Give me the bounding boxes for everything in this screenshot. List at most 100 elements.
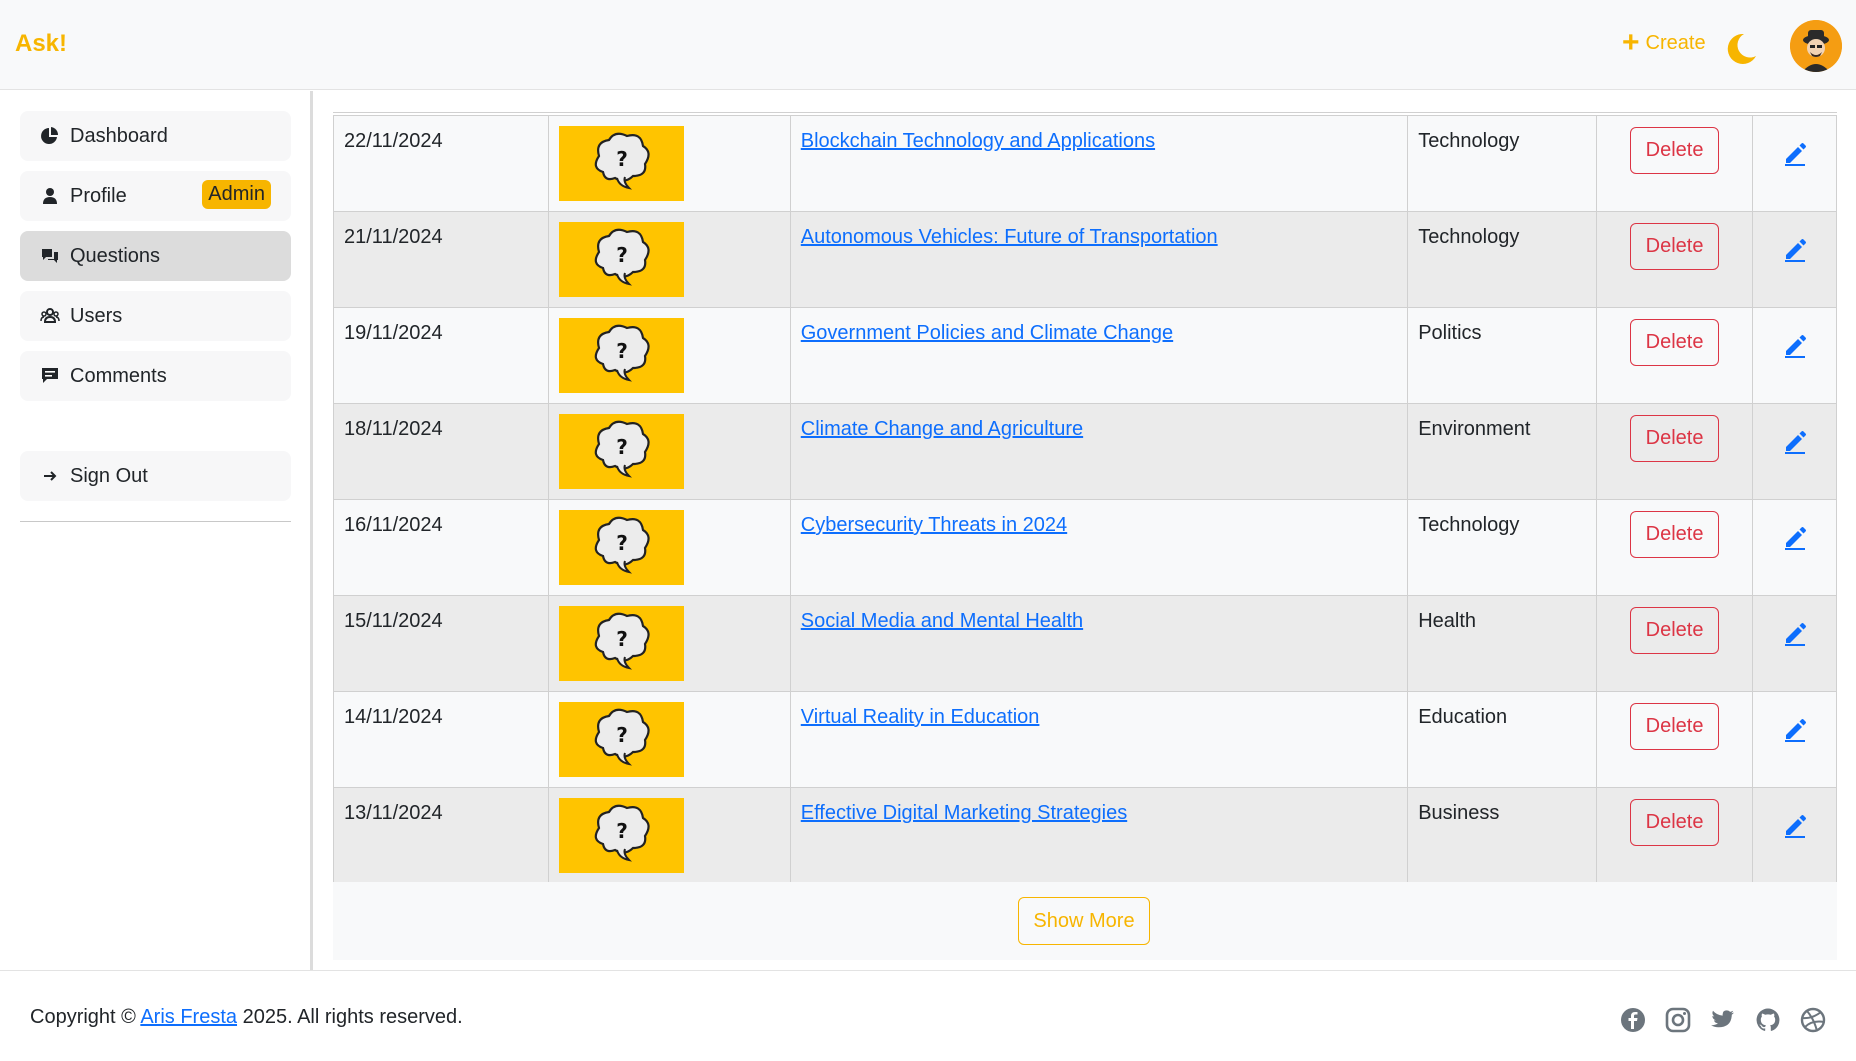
edit-icon[interactable] bbox=[1782, 143, 1808, 171]
dribbble-icon[interactable] bbox=[1800, 1007, 1826, 1033]
row-edit-cell bbox=[1752, 499, 1837, 596]
edit-icon[interactable] bbox=[1782, 815, 1808, 843]
sidebar: Dashboard Profile Admin Questions Users bbox=[0, 91, 313, 970]
svg-text:?: ? bbox=[616, 243, 628, 267]
question-thumbnail: ? bbox=[558, 414, 684, 489]
sidebar-item-label: Comments bbox=[70, 364, 167, 387]
row-date: 19/11/2024 bbox=[333, 307, 549, 404]
twitter-icon[interactable] bbox=[1710, 1007, 1736, 1033]
delete-button[interactable]: Delete bbox=[1630, 511, 1720, 558]
delete-button[interactable]: Delete bbox=[1630, 799, 1720, 846]
question-title-link[interactable]: Social Media and Mental Health bbox=[801, 610, 1083, 632]
svg-text:?: ? bbox=[616, 723, 628, 747]
footer: Copyright © Aris Fresta 2025. All rights… bbox=[0, 970, 1856, 1061]
row-delete-cell: Delete bbox=[1596, 115, 1754, 212]
svg-text:?: ? bbox=[616, 339, 628, 363]
row-category: Environment bbox=[1407, 403, 1598, 500]
row-date: 18/11/2024 bbox=[333, 403, 549, 500]
question-title-link[interactable]: Effective Digital Marketing Strategies bbox=[801, 802, 1127, 824]
svg-text:?: ? bbox=[616, 819, 628, 843]
edit-icon[interactable] bbox=[1782, 719, 1808, 747]
edit-icon[interactable] bbox=[1782, 239, 1808, 267]
sign-out-button[interactable]: Sign Out bbox=[20, 451, 291, 501]
pie-chart-icon bbox=[41, 127, 59, 144]
sidebar-item-label: Questions bbox=[70, 244, 161, 267]
delete-button[interactable]: Delete bbox=[1630, 223, 1720, 270]
row-edit-cell bbox=[1752, 115, 1837, 212]
question-title-link[interactable]: Virtual Reality in Education bbox=[801, 706, 1040, 728]
sidebar-item-questions[interactable]: Questions bbox=[20, 231, 291, 281]
svg-text:?: ? bbox=[616, 435, 628, 459]
sidebar-item-dashboard[interactable]: Dashboard bbox=[20, 111, 291, 161]
row-edit-cell bbox=[1752, 403, 1837, 500]
row-delete-cell: Delete bbox=[1596, 211, 1754, 308]
show-more-area: Show More bbox=[333, 882, 1837, 960]
question-title-link[interactable]: Autonomous Vehicles: Future of Transport… bbox=[801, 226, 1218, 248]
row-date: 13/11/2024 bbox=[333, 787, 549, 884]
delete-button[interactable]: Delete bbox=[1630, 415, 1720, 462]
table-row: 15/11/2024? Social Media and Mental Healt… bbox=[333, 595, 1837, 692]
row-title-cell: Autonomous Vehicles: Future of Transport… bbox=[789, 211, 1409, 308]
question-thumbnail: ? bbox=[558, 798, 684, 873]
row-edit-cell bbox=[1752, 691, 1837, 788]
github-icon[interactable] bbox=[1755, 1007, 1781, 1033]
plus-icon: + bbox=[1622, 25, 1640, 59]
edit-icon[interactable] bbox=[1782, 431, 1808, 459]
delete-button[interactable]: Delete bbox=[1630, 319, 1720, 366]
edit-icon[interactable] bbox=[1782, 527, 1808, 555]
sidebar-item-users[interactable]: Users bbox=[20, 291, 291, 341]
row-delete-cell: Delete bbox=[1596, 499, 1754, 596]
sidebar-item-label: Dashboard bbox=[70, 124, 168, 147]
sidebar-item-comments[interactable]: Comments bbox=[20, 351, 291, 401]
row-category: Business bbox=[1407, 787, 1598, 884]
create-button[interactable]: + Create bbox=[1622, 25, 1706, 59]
edit-icon[interactable] bbox=[1782, 335, 1808, 363]
sidebar-divider bbox=[20, 521, 291, 522]
question-title-link[interactable]: Government Policies and Climate Change bbox=[801, 322, 1173, 344]
svg-text:?: ? bbox=[616, 627, 628, 651]
row-title-cell: Blockchain Technology and Applications bbox=[789, 115, 1409, 212]
row-title-cell: Virtual Reality in Education bbox=[789, 691, 1409, 788]
row-title-cell: Climate Change and Agriculture bbox=[789, 403, 1409, 500]
delete-button[interactable]: Delete bbox=[1630, 607, 1720, 654]
comment-icon bbox=[42, 368, 58, 383]
svg-text:?: ? bbox=[616, 147, 628, 171]
row-edit-cell bbox=[1752, 211, 1837, 308]
delete-button[interactable]: Delete bbox=[1630, 703, 1720, 750]
brand-logo[interactable]: Ask! bbox=[15, 30, 67, 58]
question-title-link[interactable]: Blockchain Technology and Applications bbox=[801, 130, 1155, 152]
facebook-icon[interactable] bbox=[1620, 1007, 1646, 1033]
question-title-link[interactable]: Cybersecurity Threats in 2024 bbox=[801, 514, 1067, 536]
row-category: Technology bbox=[1407, 211, 1598, 308]
question-thumbnail: ? bbox=[558, 606, 684, 681]
copyright-text: Copyright © Aris Fresta 2025. All rights… bbox=[30, 1006, 463, 1029]
avatar[interactable] bbox=[1790, 20, 1842, 72]
row-edit-cell bbox=[1752, 307, 1837, 404]
row-thumbnail-cell: ? bbox=[547, 115, 791, 212]
row-thumbnail-cell: ? bbox=[547, 499, 791, 596]
sidebar-item-label: Profile bbox=[70, 184, 127, 207]
row-title-cell: Government Policies and Climate Change bbox=[789, 307, 1409, 404]
row-delete-cell: Delete bbox=[1596, 691, 1754, 788]
row-delete-cell: Delete bbox=[1596, 307, 1754, 404]
questions-table: 22/11/2024? Blockchain Technology and App… bbox=[333, 115, 1837, 884]
question-thumbnail: ? bbox=[558, 222, 684, 297]
row-thumbnail-cell: ? bbox=[547, 403, 791, 500]
sidebar-item-profile[interactable]: Profile Admin bbox=[20, 171, 291, 221]
arrow-right-icon bbox=[44, 471, 57, 481]
table-row: 18/11/2024? Climate Change and Agricultur… bbox=[333, 403, 1837, 500]
show-more-button[interactable]: Show More bbox=[1018, 897, 1150, 945]
question-title-link[interactable]: Climate Change and Agriculture bbox=[801, 418, 1083, 440]
svg-text:?: ? bbox=[616, 531, 628, 555]
row-date: 16/11/2024 bbox=[333, 499, 549, 596]
author-link[interactable]: Aris Fresta bbox=[140, 1006, 237, 1028]
moon-icon[interactable] bbox=[1722, 30, 1760, 68]
table-row: 13/11/2024? Effective Digital Marketing S… bbox=[333, 787, 1837, 884]
delete-button[interactable]: Delete bbox=[1630, 127, 1720, 174]
row-thumbnail-cell: ? bbox=[547, 595, 791, 692]
admin-badge: Admin bbox=[202, 180, 271, 209]
instagram-icon[interactable] bbox=[1665, 1007, 1691, 1033]
edit-icon[interactable] bbox=[1782, 623, 1808, 651]
user-icon bbox=[43, 188, 57, 204]
row-title-cell: Social Media and Mental Health bbox=[789, 595, 1409, 692]
